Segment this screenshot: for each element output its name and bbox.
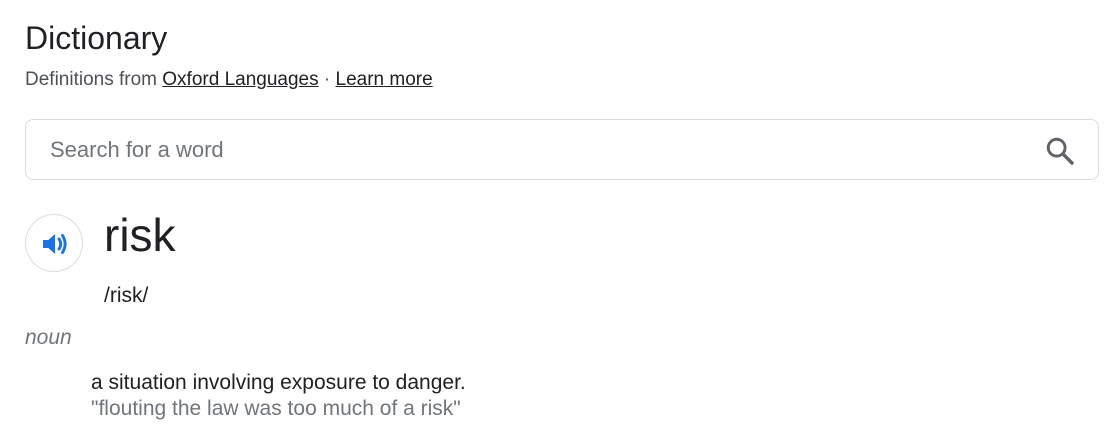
part-of-speech: noun xyxy=(25,326,72,349)
source-line: Definitions from Oxford Languages · Lear… xyxy=(25,68,433,92)
search-input[interactable] xyxy=(50,120,1030,179)
definition-example: "flouting the law was too much of a risk… xyxy=(91,397,461,420)
page-title: Dictionary xyxy=(25,20,168,56)
speaker-icon xyxy=(43,234,67,254)
phonetic-spelling: /risk/ xyxy=(104,284,149,307)
source-prefix: Definitions from xyxy=(25,69,157,90)
search-box xyxy=(25,119,1099,180)
headword: risk xyxy=(104,209,176,261)
definition-text: a situation involving exposure to danger… xyxy=(91,371,466,394)
oxford-languages-link[interactable]: Oxford Languages xyxy=(162,69,318,90)
learn-more-link[interactable]: Learn more xyxy=(336,69,433,90)
search-icon[interactable] xyxy=(1044,135,1076,167)
pronunciation-audio-button[interactable] xyxy=(25,214,83,272)
separator: · xyxy=(323,69,331,90)
dictionary-panel: Dictionary Definitions from Oxford Langu… xyxy=(0,0,1117,428)
